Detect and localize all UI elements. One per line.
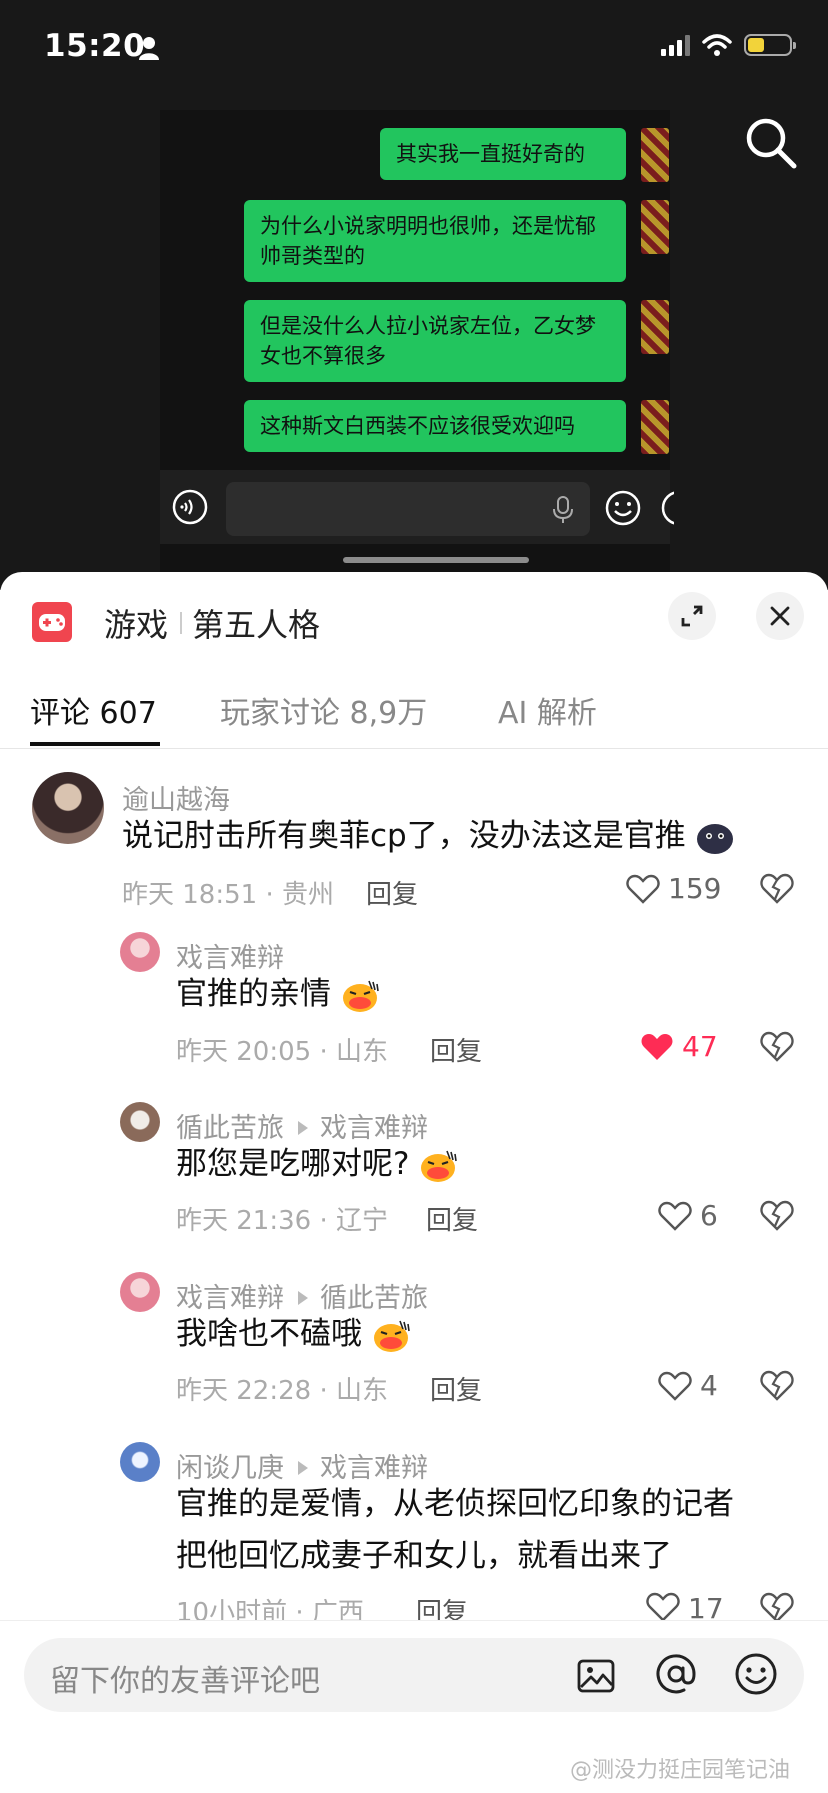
reply-arrow-icon [298, 1461, 308, 1475]
like-count: 159 [668, 872, 722, 905]
signal-icon [661, 34, 690, 56]
comment-meta: 昨天 22:28 · 山东 [176, 1376, 388, 1406]
expand-button[interactable] [668, 592, 716, 640]
divider [0, 748, 828, 749]
sheet-title[interactable]: 第五人格 [192, 600, 320, 646]
broken-heart-icon[interactable] [760, 873, 794, 905]
like-count: 6 [700, 1199, 718, 1232]
laughing-emoji-icon [421, 1150, 458, 1182]
tab-comments[interactable]: 评论 607 [30, 688, 157, 732]
comment-meta: 昨天 21:36 · 辽宁 [176, 1206, 388, 1236]
avatar[interactable] [120, 1102, 160, 1142]
laughing-emoji-icon [373, 1320, 410, 1352]
microphone-icon[interactable] [552, 496, 574, 524]
broken-heart-icon[interactable] [760, 1031, 794, 1063]
emoji-icon[interactable] [734, 1652, 778, 1696]
like-count: 4 [700, 1369, 718, 1402]
reply-button[interactable]: 回复 [366, 874, 418, 911]
broken-heart-icon[interactable] [760, 1200, 794, 1232]
broken-heart-icon[interactable] [760, 1370, 794, 1402]
comment-text-content: 官推的亲情 [176, 976, 331, 1012]
avatar[interactable] [120, 1272, 160, 1312]
avatar [641, 400, 669, 454]
tab-ai-analysis[interactable]: AI 解析 [498, 688, 597, 732]
reply-button[interactable]: 回复 [426, 1200, 478, 1237]
emoji-icon[interactable] [604, 489, 642, 527]
home-indicator [343, 557, 529, 563]
battery-icon [744, 34, 796, 56]
comment-sheet: 游戏 第五人格 评论 607 玩家讨论 8,9万 AI 解析 逾山越海 说记肘击… [0, 572, 828, 1792]
at-mention-icon[interactable] [654, 1652, 698, 1696]
avatar [641, 128, 669, 182]
heart-filled-icon[interactable] [640, 1032, 674, 1062]
dark-blob-emoji-icon [696, 823, 733, 854]
image-icon[interactable] [576, 1656, 616, 1696]
close-button[interactable] [756, 592, 804, 640]
close-icon [770, 606, 790, 626]
chat-input[interactable] [226, 482, 590, 536]
avatar[interactable] [120, 932, 160, 972]
chat-message: 其实我一直挺好奇的 [380, 128, 626, 180]
comment-text-content: 说记肘击所有奥菲cp了，没办法这是官推 [122, 818, 686, 854]
reply-button[interactable]: 回复 [430, 1031, 482, 1068]
comment-text-line: 官推的是爱情，从老侦探回忆印象的记者 [176, 1486, 734, 1522]
chat-message: 这种斯文白西装不应该很受欢迎吗 [244, 400, 626, 452]
plus-icon[interactable] [660, 489, 674, 527]
laughing-emoji-icon [342, 980, 379, 1012]
sheet-category[interactable]: 游戏 [104, 600, 168, 646]
wifi-icon [702, 34, 732, 56]
heart-outline-icon[interactable] [646, 1592, 680, 1622]
heart-outline-icon[interactable] [658, 1371, 692, 1401]
voice-icon[interactable] [172, 489, 208, 525]
comment-text: 官推的亲情 [176, 968, 381, 1020]
expand-icon [681, 605, 703, 627]
tab-underline [30, 742, 160, 746]
status-indicators [661, 34, 796, 56]
watermark: @测没力挺庄园笔记油 [570, 1758, 791, 1783]
person-icon [139, 37, 159, 60]
gamepad-icon [32, 602, 72, 642]
comment-meta: 昨天 18:51 · 贵州 [122, 880, 334, 910]
comment-text: 官推的是爱情，从老侦探回忆印象的记者 把他回忆成妻子和女儿，就看出来了 [176, 1478, 734, 1582]
comment-input-placeholder[interactable]: 留下你的友善评论吧 [50, 1656, 320, 1700]
avatar[interactable] [120, 1442, 160, 1482]
avatar [641, 300, 669, 354]
chat-message: 但是没什么人拉小说家左位，乙女梦女也不算很多 [244, 300, 626, 382]
comment-meta: 昨天 20:05 · 山东 [176, 1037, 388, 1067]
tab-player-discussion[interactable]: 玩家讨论 8,9万 [220, 688, 427, 732]
reply-arrow-icon [298, 1121, 308, 1135]
comment-text: 说记肘击所有奥菲cp了，没办法这是官推 [122, 810, 734, 862]
heart-outline-icon[interactable] [626, 874, 660, 904]
reply-arrow-icon [298, 1291, 308, 1305]
status-time: 15:20 [44, 28, 146, 64]
reply-button[interactable]: 回复 [430, 1370, 482, 1407]
chat-message: 为什么小说家明明也很帅，还是忧郁帅哥类型的 [244, 200, 626, 282]
divider [180, 612, 182, 634]
heart-outline-icon[interactable] [658, 1201, 692, 1231]
avatar [641, 200, 669, 254]
like-count: 47 [682, 1030, 718, 1063]
comment-text: 我啥也不磕哦 [176, 1308, 412, 1360]
comment-text-line: 把他回忆成妻子和女儿，就看出来了 [176, 1538, 672, 1574]
comment-text-content: 我啥也不磕哦 [176, 1316, 362, 1352]
comment-text-content: 那您是吃哪对呢? [176, 1146, 410, 1182]
background-app: 15:20 其实我一直挺好奇的 为什么小说家明明也很帅，还是忧郁帅哥类型的 但是… [0, 0, 828, 590]
search-icon[interactable] [744, 116, 798, 170]
avatar[interactable] [32, 772, 104, 844]
comment-text: 那您是吃哪对呢? [176, 1138, 459, 1190]
